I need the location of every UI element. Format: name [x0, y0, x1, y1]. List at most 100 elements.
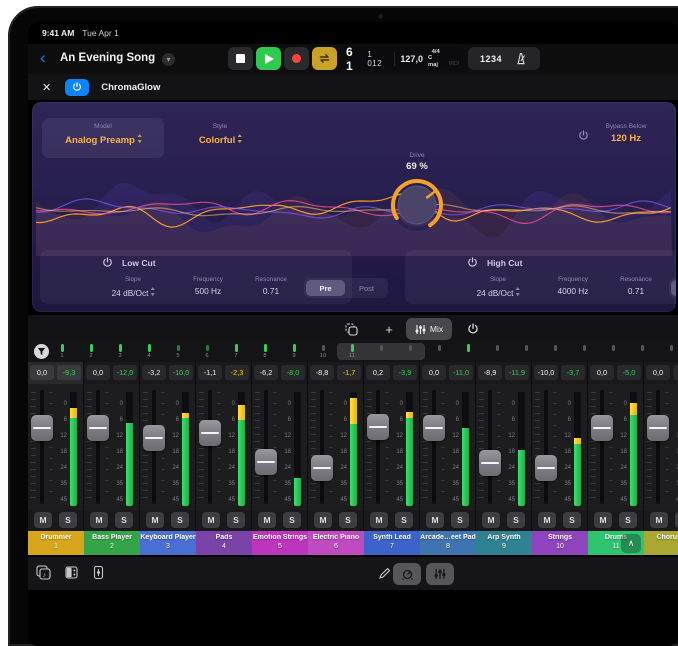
volume-value[interactable]: 0,0 — [590, 365, 614, 380]
drive-control[interactable]: Drive 69 % — [377, 152, 457, 234]
solo-button[interactable]: S — [171, 512, 189, 528]
fader-handle[interactable] — [199, 420, 221, 446]
mixer-power-button[interactable] — [460, 318, 486, 340]
low-cut-power-icon[interactable] — [102, 257, 113, 268]
peak-value[interactable]: -12,0 — [113, 365, 137, 380]
mute-button[interactable]: M — [202, 512, 220, 528]
browser-icon[interactable]: ♪ — [36, 565, 51, 580]
song-title[interactable]: An Evening Song — [60, 52, 155, 64]
pencil-icon[interactable] — [378, 567, 391, 580]
peak-value[interactable]: -5,0 — [617, 365, 641, 380]
track-name-tab[interactable]: Drummer1 — [28, 531, 84, 555]
volume-value[interactable]: -1,1 — [198, 365, 222, 380]
solo-button[interactable]: S — [283, 512, 301, 528]
fader-handle[interactable] — [591, 415, 613, 441]
peak-value[interactable]: -9,3 — [57, 365, 81, 380]
cell-inspector-icon[interactable] — [64, 565, 79, 580]
track-name-tab[interactable]: Drums11∧ — [588, 531, 644, 555]
solo-button[interactable]: S — [507, 512, 525, 528]
pre-button[interactable]: Pre — [306, 280, 345, 296]
volume-value[interactable]: -8,9 — [478, 365, 502, 380]
fader-handle[interactable] — [31, 415, 53, 441]
peak-value[interactable]: -11,9 — [505, 365, 529, 380]
fader-handle[interactable] — [87, 415, 109, 441]
solo-button[interactable]: S — [59, 512, 77, 528]
fader-handle[interactable] — [311, 455, 333, 481]
peak-value[interactable]: -3,7 — [561, 365, 585, 380]
back-button[interactable]: ‹ — [40, 48, 46, 68]
lcd-display[interactable]: 6 1 1 012 127,0 4/4 C maj MIDI — [340, 47, 465, 70]
mute-button[interactable]: M — [482, 512, 500, 528]
track-name-tab[interactable]: Strings10 — [532, 531, 588, 555]
peak-value[interactable]: -10,0 — [169, 365, 193, 380]
solo-button[interactable]: S — [451, 512, 469, 528]
fader-handle[interactable] — [143, 425, 165, 451]
collapse-chevron-icon[interactable]: ∧ — [621, 534, 641, 553]
volume-value[interactable]: 0,0 — [422, 365, 446, 380]
track-name-tab[interactable]: Arcade…eet Pad8 — [420, 531, 476, 555]
fader-handle[interactable] — [423, 415, 445, 441]
close-plugin-icon[interactable]: ✕ — [42, 81, 51, 94]
mute-button[interactable]: M — [90, 512, 108, 528]
fader-handle[interactable] — [535, 455, 557, 481]
low-cut-resonance[interactable]: Resonance 0.71 — [242, 276, 300, 296]
peak-value[interactable]: -3,9 — [393, 365, 417, 380]
model-selector[interactable]: Model Analog Preamp▲▼ — [42, 118, 164, 158]
track-name-tab[interactable]: Arp Synth9 — [476, 531, 532, 555]
low-cut-slope[interactable]: Slope 24 dB/Oct▲▼ — [95, 276, 171, 298]
style-selector[interactable]: Style Colorful▲▼ — [172, 123, 268, 146]
channel-overview-ruler[interactable]: 1234567891011 — [28, 342, 678, 362]
mute-button[interactable]: M — [370, 512, 388, 528]
volume-value[interactable]: 0,2 — [366, 365, 390, 380]
volume-value[interactable]: -6,2 — [254, 365, 278, 380]
peak-value[interactable] — [673, 365, 678, 380]
high-cut-slope[interactable]: Slope 24 dB/Oct▲▼ — [460, 276, 536, 298]
track-name-tab[interactable]: Electric Piano6 — [308, 531, 364, 555]
volume-value[interactable]: -10,0 — [534, 365, 558, 380]
peak-value[interactable]: -8,0 — [281, 365, 305, 380]
track-name-tab[interactable]: Emotion Strings5 — [252, 531, 308, 555]
mute-button[interactable]: M — [34, 512, 52, 528]
solo-button[interactable]: S — [227, 512, 245, 528]
peak-value[interactable]: -1,7 — [337, 365, 361, 380]
solo-button[interactable]: S — [339, 512, 357, 528]
pre-button[interactable]: Pre — [671, 280, 676, 296]
stop-button[interactable] — [228, 47, 253, 70]
solo-button[interactable]: S — [619, 512, 637, 528]
mute-button[interactable]: M — [650, 512, 668, 528]
track-name-tab[interactable]: Keyboard Player3 — [140, 531, 196, 555]
fader-handle[interactable] — [367, 414, 389, 440]
track-name-tab[interactable]: Pads4 — [196, 531, 252, 555]
add-track-button[interactable]: + — [376, 318, 402, 340]
song-menu-chevron-icon[interactable]: ▾ — [162, 53, 175, 66]
volume-value[interactable]: -3,2 — [142, 365, 166, 380]
mute-button[interactable]: M — [146, 512, 164, 528]
channel-strip-icon[interactable] — [92, 565, 105, 580]
volume-value[interactable]: 0,0 — [646, 365, 670, 380]
track-name-tab[interactable]: Synth Lead7 — [364, 531, 420, 555]
plugin-power-button[interactable] — [65, 79, 89, 96]
fader-handle[interactable] — [255, 449, 277, 475]
drive-knob[interactable] — [388, 176, 446, 234]
record-button[interactable] — [284, 47, 309, 70]
peak-value[interactable]: -2,3 — [225, 365, 249, 380]
mute-button[interactable]: M — [594, 512, 612, 528]
high-cut-power-icon[interactable] — [467, 257, 478, 268]
level-control[interactable]: Level 0.0 — [666, 123, 676, 144]
mute-button[interactable]: M — [538, 512, 556, 528]
volume-value[interactable]: 0,0 — [86, 365, 110, 380]
high-cut-frequency[interactable]: Frequency 4000 Hz — [541, 276, 605, 296]
count-in-button[interactable]: 1234 — [480, 54, 502, 64]
play-button[interactable] — [256, 47, 281, 70]
solo-button[interactable]: S — [115, 512, 133, 528]
knob-view-button[interactable] — [393, 563, 421, 585]
mute-button[interactable]: M — [426, 512, 444, 528]
high-cut-resonance[interactable]: Resonance 0.71 — [607, 276, 665, 296]
mute-button[interactable]: M — [314, 512, 332, 528]
cycle-button[interactable] — [312, 47, 337, 70]
volume-value[interactable]: 0,0 — [30, 365, 54, 380]
mix-toggle-button[interactable]: Mix — [406, 318, 452, 340]
metronome-icon[interactable] — [514, 52, 528, 65]
volume-value[interactable]: -8,8 — [310, 365, 334, 380]
fader-handle[interactable] — [479, 450, 501, 476]
